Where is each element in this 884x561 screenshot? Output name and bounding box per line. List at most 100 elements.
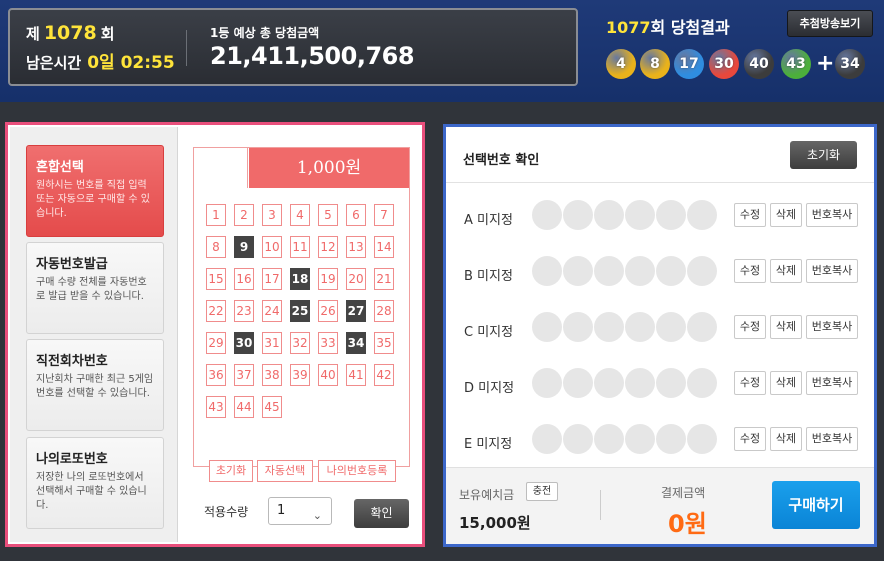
lotto-number[interactable]: 12 (318, 236, 338, 258)
empty-number-slot (656, 256, 686, 286)
lotto-number[interactable]: 9 (234, 236, 254, 258)
lotto-number[interactable]: 36 (206, 364, 226, 386)
payment-value: 0원 (668, 510, 707, 538)
lotto-number[interactable]: 1 (206, 204, 226, 226)
selection-row: A 미지정 수정 삭제 번호복사 (446, 197, 874, 237)
edit-button[interactable]: 수정 (734, 259, 766, 283)
lotto-number[interactable]: 2 (234, 204, 254, 226)
delete-button[interactable]: 삭제 (770, 259, 802, 283)
lotto-number[interactable]: 43 (206, 396, 226, 418)
copy-number-button[interactable]: 번호복사 (806, 259, 858, 283)
lotto-number[interactable]: 17 (262, 268, 282, 290)
edit-button[interactable]: 수정 (734, 427, 766, 451)
copy-number-button[interactable]: 번호복사 (806, 315, 858, 339)
lotto-number[interactable]: 34 (346, 332, 366, 354)
lotto-number[interactable]: 45 (262, 396, 282, 418)
empty-number-slot (563, 424, 593, 454)
delete-button[interactable]: 삭제 (770, 371, 802, 395)
empty-number-slot (687, 200, 717, 230)
delete-button[interactable]: 삭제 (770, 315, 802, 339)
edit-button[interactable]: 수정 (734, 371, 766, 395)
lotto-number[interactable]: 3 (262, 204, 282, 226)
number-board: 1,000원 1 2 3 4 5 6 7 8 9 10 11 12 13 14 15 16 17 18 19 20 21… (193, 147, 410, 482)
lotto-number[interactable]: 6 (346, 204, 366, 226)
lotto-number[interactable]: 28 (374, 300, 394, 322)
delete-button[interactable]: 삭제 (770, 203, 802, 227)
empty-number-slot (594, 368, 624, 398)
lotto-number[interactable]: 44 (234, 396, 254, 418)
edit-button[interactable]: 수정 (734, 315, 766, 339)
lotto-number[interactable]: 26 (318, 300, 338, 322)
winning-ball: 43 (781, 49, 811, 79)
delete-button[interactable]: 삭제 (770, 427, 802, 451)
lotto-number[interactable]: 20 (346, 268, 366, 290)
empty-number-slot (625, 368, 655, 398)
menu-item-1[interactable]: 혼합선택 원하시는 번호를 직접 입력 또는 자동으로 구매할 수 있습니다. (26, 145, 164, 237)
winning-ball: 30 (709, 49, 739, 79)
row-label: A 미지정 (464, 213, 513, 228)
lotto-number[interactable]: 23 (234, 300, 254, 322)
lotto-number[interactable]: 37 (234, 364, 254, 386)
lotto-number[interactable]: 7 (374, 204, 394, 226)
my-number-register-button[interactable]: 나의번호등록 (318, 460, 396, 482)
lotto-number[interactable]: 29 (206, 332, 226, 354)
lotto-number[interactable]: 4 (290, 204, 310, 226)
lotto-number[interactable]: 42 (374, 364, 394, 386)
lotto-number[interactable]: 24 (262, 300, 282, 322)
lotto-number[interactable]: 15 (206, 268, 226, 290)
round-suffix: 회 (100, 25, 115, 43)
remaining-label: 남은시간 (26, 54, 82, 72)
menu-item-3[interactable]: 직전회차번호 지난회차 구매한 최근 5게임 번호를 선택할 수 있습니다. (26, 339, 164, 431)
lotto-number[interactable]: 31 (262, 332, 282, 354)
winning-ball: 17 (674, 49, 704, 79)
broadcast-button[interactable]: 추첨방송보기 (787, 10, 873, 37)
buy-button[interactable]: 구매하기 (772, 481, 860, 529)
auto-select-button[interactable]: 자동선택 (257, 460, 313, 482)
result-round: 1077 (606, 18, 651, 37)
copy-number-button[interactable]: 번호복사 (806, 203, 858, 227)
empty-number-slot (563, 368, 593, 398)
lotto-number[interactable]: 33 (318, 332, 338, 354)
lotto-number[interactable]: 25 (290, 300, 310, 322)
board-reset-button[interactable]: 초기화 (209, 460, 253, 482)
lotto-number[interactable]: 41 (346, 364, 366, 386)
empty-number-slot (687, 424, 717, 454)
selection-row: E 미지정 수정 삭제 번호복사 (446, 421, 874, 461)
empty-number-slot (625, 312, 655, 342)
lotto-number[interactable]: 21 (374, 268, 394, 290)
balance-label: 보유예치금 (459, 488, 515, 502)
quantity-select[interactable]: 1 ⌄ (268, 497, 332, 525)
lotto-number[interactable]: 32 (290, 332, 310, 354)
lotto-number[interactable]: 18 (290, 268, 310, 290)
menu-item-4[interactable]: 나의로또번호 저장한 나의 로또번호에서 선택해서 구매할 수 있습니다. (26, 437, 164, 529)
lotto-number[interactable]: 5 (318, 204, 338, 226)
lotto-number[interactable]: 13 (346, 236, 366, 258)
empty-number-slot (687, 256, 717, 286)
lotto-number[interactable]: 11 (290, 236, 310, 258)
lotto-number[interactable]: 30 (234, 332, 254, 354)
lotto-number[interactable]: 8 (206, 236, 226, 258)
lotto-number[interactable]: 19 (318, 268, 338, 290)
lotto-number[interactable]: 38 (262, 364, 282, 386)
payment-label: 결제금액 (661, 486, 706, 500)
lotto-number[interactable]: 40 (318, 364, 338, 386)
lotto-number[interactable]: 22 (206, 300, 226, 322)
lotto-number[interactable]: 10 (262, 236, 282, 258)
lotto-number[interactable]: 35 (374, 332, 394, 354)
lotto-number[interactable]: 14 (374, 236, 394, 258)
copy-number-button[interactable]: 번호복사 (806, 371, 858, 395)
menu-item-title: 나의로또번호 (36, 452, 108, 467)
confirm-button[interactable]: 확인 (354, 499, 409, 528)
empty-number-slot (594, 200, 624, 230)
lotto-number[interactable]: 16 (234, 268, 254, 290)
menu-item-2[interactable]: 자동번호발급 구매 수량 전체를 자동번호로 발급 받을 수 있습니다. (26, 242, 164, 334)
copy-number-button[interactable]: 번호복사 (806, 427, 858, 451)
menu-item-title: 자동번호발급 (36, 257, 108, 272)
payment-footer: 보유예치금 충전 15,000원 결제금액 0원 구매하기 (446, 467, 874, 544)
edit-button[interactable]: 수정 (734, 203, 766, 227)
charge-button[interactable]: 충전 (526, 482, 558, 501)
empty-number-slot (656, 312, 686, 342)
lotto-number[interactable]: 27 (346, 300, 366, 322)
lotto-number[interactable]: 39 (290, 364, 310, 386)
reset-all-button[interactable]: 초기화 (790, 141, 857, 169)
